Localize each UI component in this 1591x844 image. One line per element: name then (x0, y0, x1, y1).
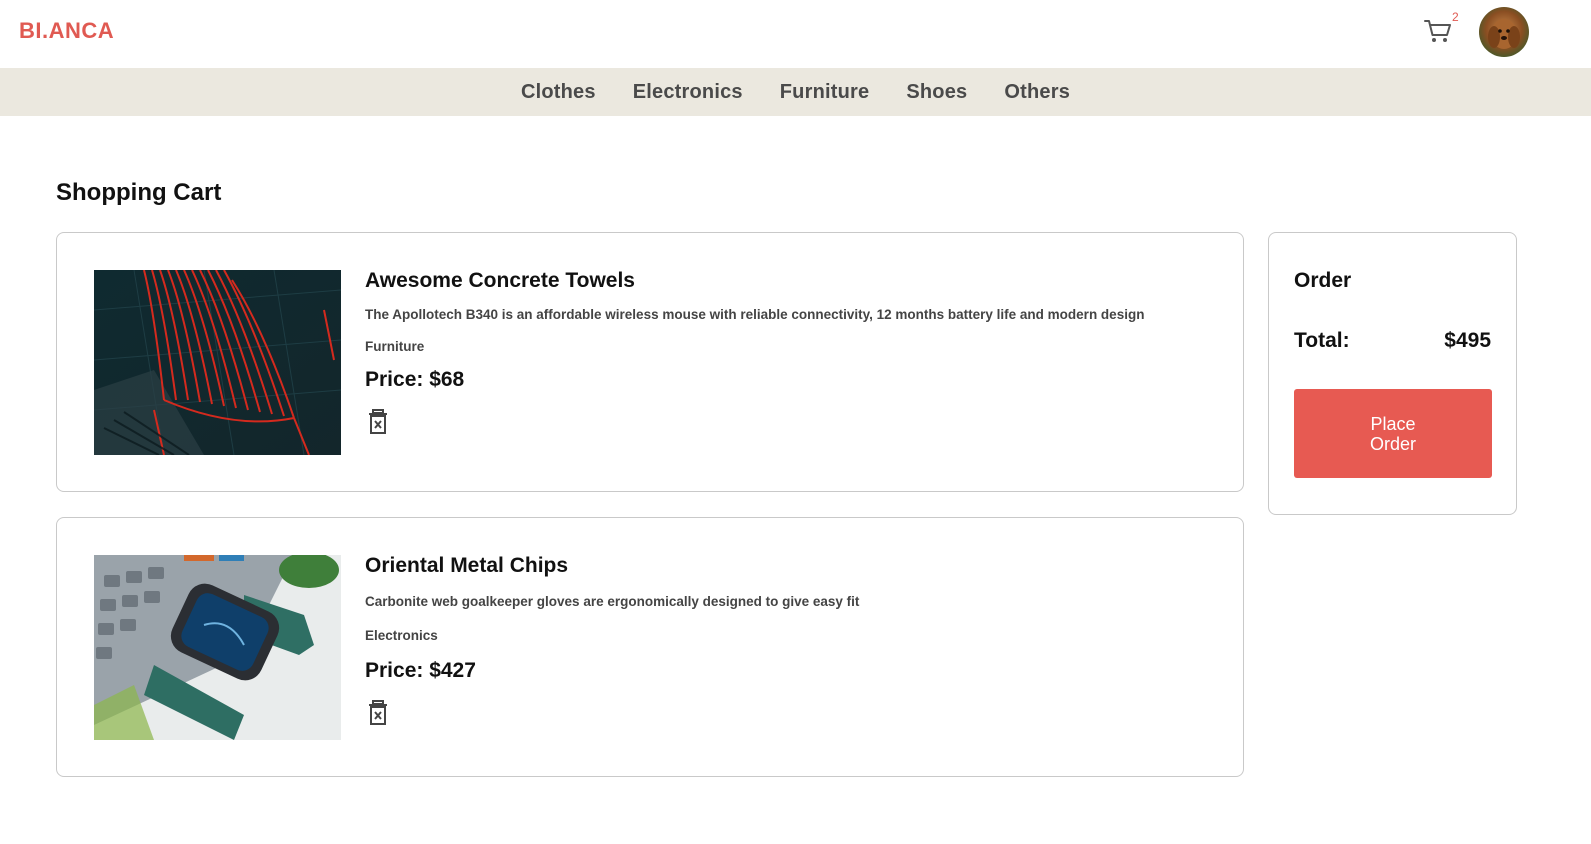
cart-item: Oriental Metal Chips Carbonite web goalk… (56, 517, 1244, 777)
remove-item-button[interactable] (365, 699, 391, 727)
nav-others[interactable]: Others (1004, 81, 1070, 104)
product-category: Electronics (365, 628, 438, 643)
place-order-button[interactable]: Place Order (1294, 389, 1492, 478)
product-price: Price: $427 (365, 659, 476, 682)
nav-electronics[interactable]: Electronics (633, 81, 743, 104)
cart-icon (1424, 20, 1451, 42)
nav-furniture[interactable]: Furniture (780, 81, 870, 104)
order-summary: Order Total: $495 Place Order (1268, 232, 1517, 515)
product-category: Furniture (365, 339, 425, 354)
cart-count-badge: 2 (1452, 10, 1459, 24)
cart-button[interactable]: 2 (1423, 10, 1459, 48)
nav-clothes[interactable]: Clothes (521, 81, 596, 104)
cart-item: Awesome Concrete Towels The Apollotech B… (56, 232, 1244, 492)
product-description: The Apollotech B340 is an affordable wir… (365, 307, 1145, 322)
category-nav: Clothes Electronics Furniture Shoes Othe… (0, 68, 1591, 116)
smartwatch-photo (94, 555, 341, 740)
brand-logo[interactable]: BI.ANCA (19, 18, 114, 44)
red-wire-chair-photo (94, 270, 341, 455)
product-image (94, 270, 341, 455)
product-name[interactable]: Awesome Concrete Towels (365, 269, 1185, 293)
product-name[interactable]: Oriental Metal Chips (365, 554, 1185, 578)
remove-item-button[interactable] (365, 408, 391, 436)
item-details: Oriental Metal Chips Carbonite web goalk… (365, 554, 1185, 727)
item-details: Awesome Concrete Towels The Apollotech B… (365, 269, 1185, 436)
product-description: Carbonite web goalkeeper gloves are ergo… (365, 594, 860, 609)
top-header: BI.ANCA 2 (0, 0, 1591, 68)
product-image (94, 555, 341, 740)
trash-icon (369, 700, 387, 725)
trash-icon (369, 409, 387, 434)
page-title: Shopping Cart (56, 179, 222, 206)
user-avatar[interactable] (1479, 7, 1529, 57)
total-value: $495 (1444, 329, 1491, 352)
product-price: Price: $68 (365, 368, 465, 391)
avatar-image (1479, 7, 1529, 57)
order-title: Order (1294, 269, 1352, 292)
nav-shoes[interactable]: Shoes (906, 81, 967, 104)
total-label: Total: (1294, 329, 1350, 352)
